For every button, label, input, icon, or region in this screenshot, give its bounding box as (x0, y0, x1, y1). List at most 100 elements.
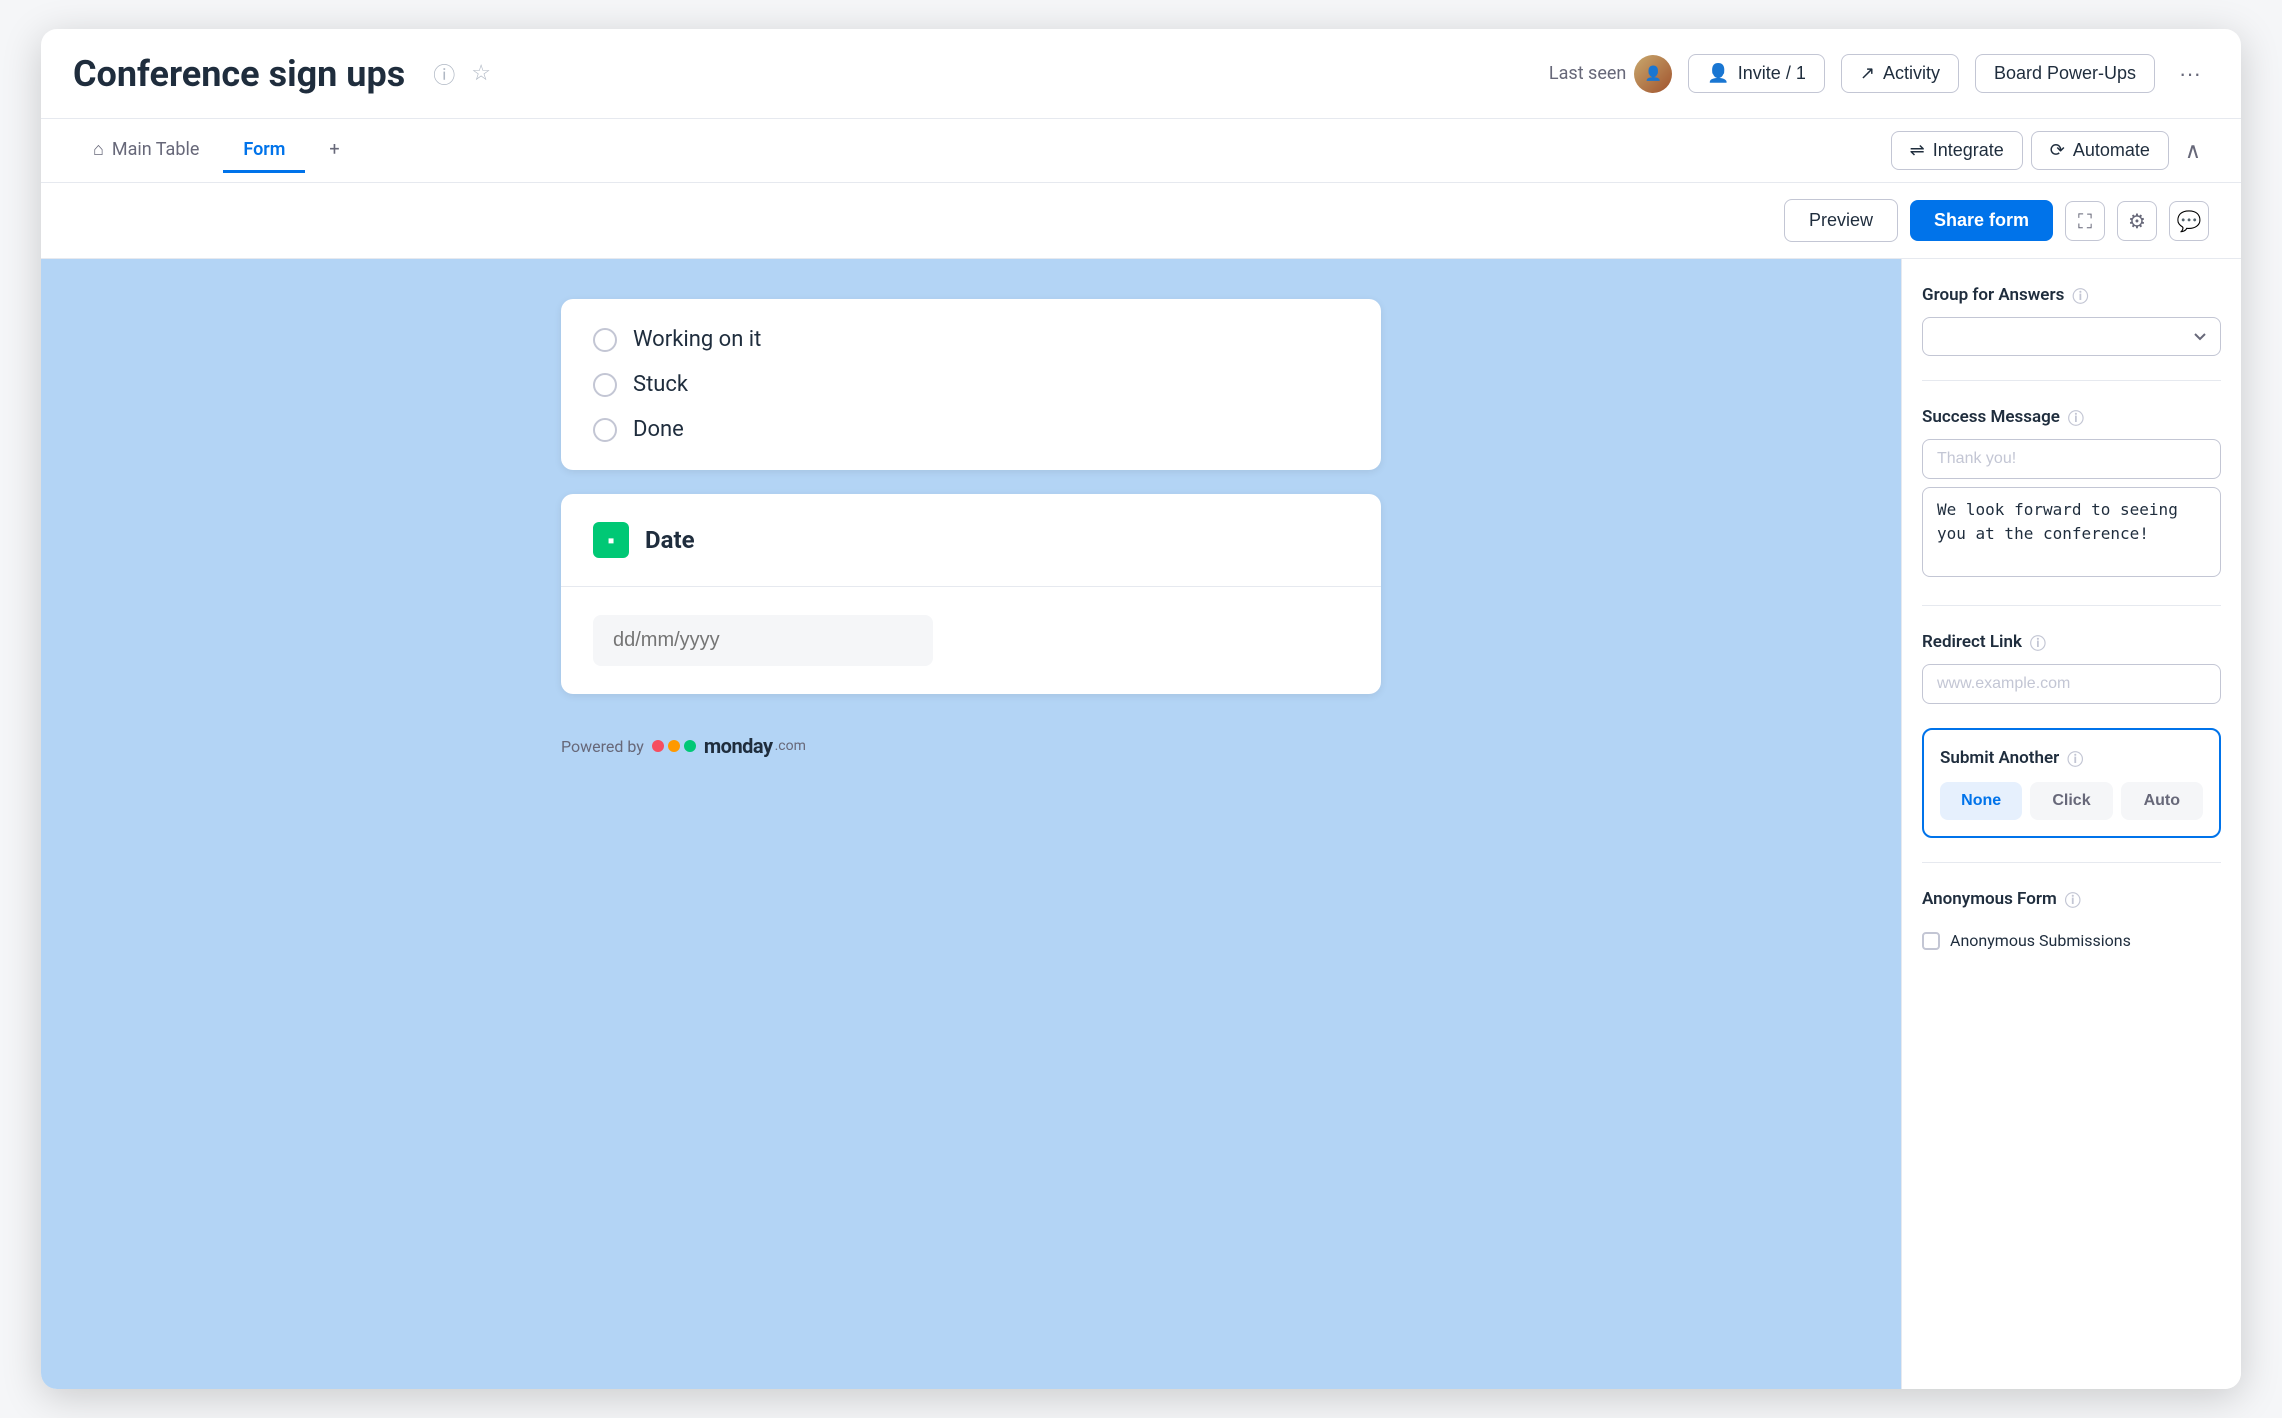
success-message-section: Success Message ⓘ We look forward to see… (1922, 405, 2221, 581)
submit-another-label: Submit Another ⓘ (1940, 746, 2203, 770)
submit-click-label: Click (2052, 792, 2090, 809)
redirect-info-icon[interactable]: ⓘ (2030, 630, 2046, 654)
radio-label-working: Working on it (633, 327, 761, 352)
activity-icon: ↗ (1860, 63, 1875, 84)
date-card-header: ▪ Date (561, 494, 1381, 587)
avatar: 👤 (1634, 55, 1672, 93)
radio-circle-working (593, 328, 617, 352)
integrate-icon: ⇌ (1910, 140, 1925, 161)
form-canvas: Working on it Stuck Done ▪ (41, 259, 1901, 1389)
submit-none-button[interactable]: None (1940, 782, 2022, 820)
radio-circle-stuck (593, 373, 617, 397)
person-icon: 👤 (1707, 63, 1729, 84)
monday-text: monday (704, 734, 773, 758)
share-form-button[interactable]: Share form (1910, 200, 2053, 241)
tab-main-table-label: Main Table (112, 139, 200, 160)
success-message-label: Success Message ⓘ (1922, 405, 2221, 429)
invite-button[interactable]: 👤 Invite / 1 (1688, 54, 1824, 93)
radio-options-card: Working on it Stuck Done (561, 299, 1381, 470)
divider-2 (1922, 605, 2221, 606)
date-input[interactable] (593, 615, 933, 666)
radio-circle-done (593, 418, 617, 442)
radio-option-working[interactable]: Working on it (593, 327, 1349, 352)
more-button[interactable]: ··· (2171, 53, 2209, 95)
collapse-button[interactable]: ∧ (2177, 130, 2209, 172)
radio-label-done: Done (633, 417, 684, 442)
last-seen-label: Last seen (1549, 63, 1626, 84)
success-title-input[interactable] (1922, 439, 2221, 479)
anonymous-info-icon[interactable]: ⓘ (2065, 887, 2081, 911)
submit-another-section: Submit Another ⓘ None Click Auto (1922, 728, 2221, 838)
anonymous-form-label: Anonymous Form ⓘ (1922, 887, 2221, 911)
star-icon[interactable]: ☆ (471, 61, 491, 86)
success-body-textarea[interactable]: We look forward to seeing you at the con… (1922, 487, 2221, 577)
add-icon: + (329, 139, 339, 160)
header: Conference sign ups ⓘ ☆ Last seen 👤 👤 In… (41, 29, 2241, 119)
anonymous-form-section: Anonymous Form ⓘ Anonymous Submissions (1922, 887, 2221, 950)
logo-dot-green (684, 740, 696, 752)
automate-button[interactable]: ⟳ Automate (2031, 131, 2169, 170)
chat-button[interactable]: 💬 (2169, 201, 2209, 241)
chat-icon: 💬 (2177, 209, 2202, 233)
redirect-link-section: Redirect Link ⓘ (1922, 630, 2221, 704)
radio-option-done[interactable]: Done (593, 417, 1349, 442)
activity-button[interactable]: ↗ Activity (1841, 54, 1959, 93)
success-info-icon[interactable]: ⓘ (2068, 405, 2084, 429)
submit-click-button[interactable]: Click (2030, 782, 2112, 820)
tab-form[interactable]: Form (223, 129, 305, 173)
redirect-link-input[interactable] (1922, 664, 2221, 704)
main-area: Working on it Stuck Done ▪ (41, 259, 2241, 1389)
divider-3 (1922, 862, 2221, 863)
preview-button[interactable]: Preview (1784, 199, 1898, 242)
tab-add[interactable]: + (309, 129, 359, 173)
date-card: ▪ Date (561, 494, 1381, 694)
divider-1 (1922, 380, 2221, 381)
invite-label: Invite / 1 (1738, 63, 1806, 84)
group-select[interactable] (1922, 317, 2221, 356)
activity-label: Activity (1883, 63, 1940, 84)
anonymous-submissions-row[interactable]: Anonymous Submissions (1922, 931, 2221, 950)
monday-com: .com (775, 738, 806, 754)
last-seen: Last seen 👤 (1549, 55, 1672, 93)
date-field-title: Date (645, 526, 695, 554)
share-form-label: Share form (1934, 210, 2029, 230)
anonymous-submissions-label: Anonymous Submissions (1950, 931, 2131, 950)
tab-bar: ⌂ Main Table Form + ⇌ Integrate ⟳ Automa… (41, 119, 2241, 183)
logo-dot-red (652, 740, 664, 752)
tab-right-actions: ⇌ Integrate ⟳ Automate ∧ (1891, 130, 2209, 172)
submit-none-label: None (1961, 792, 2001, 809)
powered-by-text: Powered by (561, 737, 644, 756)
submit-auto-button[interactable]: Auto (2121, 782, 2203, 820)
tab-main-table[interactable]: ⌂ Main Table (73, 129, 219, 173)
settings-button[interactable]: ⚙ (2117, 201, 2157, 241)
submit-another-info-icon[interactable]: ⓘ (2067, 746, 2083, 770)
form-inner: Working on it Stuck Done ▪ (561, 299, 1381, 758)
calendar-icon: ▪ (607, 528, 614, 553)
group-for-answers-section: Group for Answers ⓘ (1922, 283, 2221, 356)
tab-form-label: Form (243, 139, 285, 160)
anonymous-checkbox[interactable] (1922, 932, 1940, 950)
fullscreen-button[interactable]: ⛶ (2065, 201, 2105, 241)
submit-auto-label: Auto (2144, 792, 2180, 809)
group-label-text: Group for Answers (1922, 285, 2064, 305)
date-card-body (561, 587, 1381, 694)
date-field-icon: ▪ (593, 522, 629, 558)
integrate-label: Integrate (1933, 140, 2004, 161)
radio-option-stuck[interactable]: Stuck (593, 372, 1349, 397)
home-icon: ⌂ (93, 139, 104, 160)
side-panel: Group for Answers ⓘ Success Message ⓘ We… (1901, 259, 2241, 1389)
powered-by: Powered by monday .com (561, 734, 1381, 758)
board-powerups-label: Board Power-Ups (1994, 63, 2136, 84)
success-message-label-text: Success Message (1922, 407, 2060, 427)
group-for-answers-label: Group for Answers ⓘ (1922, 283, 2221, 307)
page-title: Conference sign ups (73, 53, 405, 95)
radio-label-stuck: Stuck (633, 372, 688, 397)
gear-icon: ⚙ (2128, 209, 2146, 233)
logo-dot-orange (668, 740, 680, 752)
group-info-icon[interactable]: ⓘ (2072, 283, 2088, 307)
board-powerups-button[interactable]: Board Power-Ups (1975, 54, 2155, 93)
integrate-button[interactable]: ⇌ Integrate (1891, 131, 2023, 170)
info-icon[interactable]: ⓘ (433, 58, 455, 90)
monday-logo: monday .com (652, 734, 806, 758)
submit-another-label-text: Submit Another (1940, 748, 2059, 768)
